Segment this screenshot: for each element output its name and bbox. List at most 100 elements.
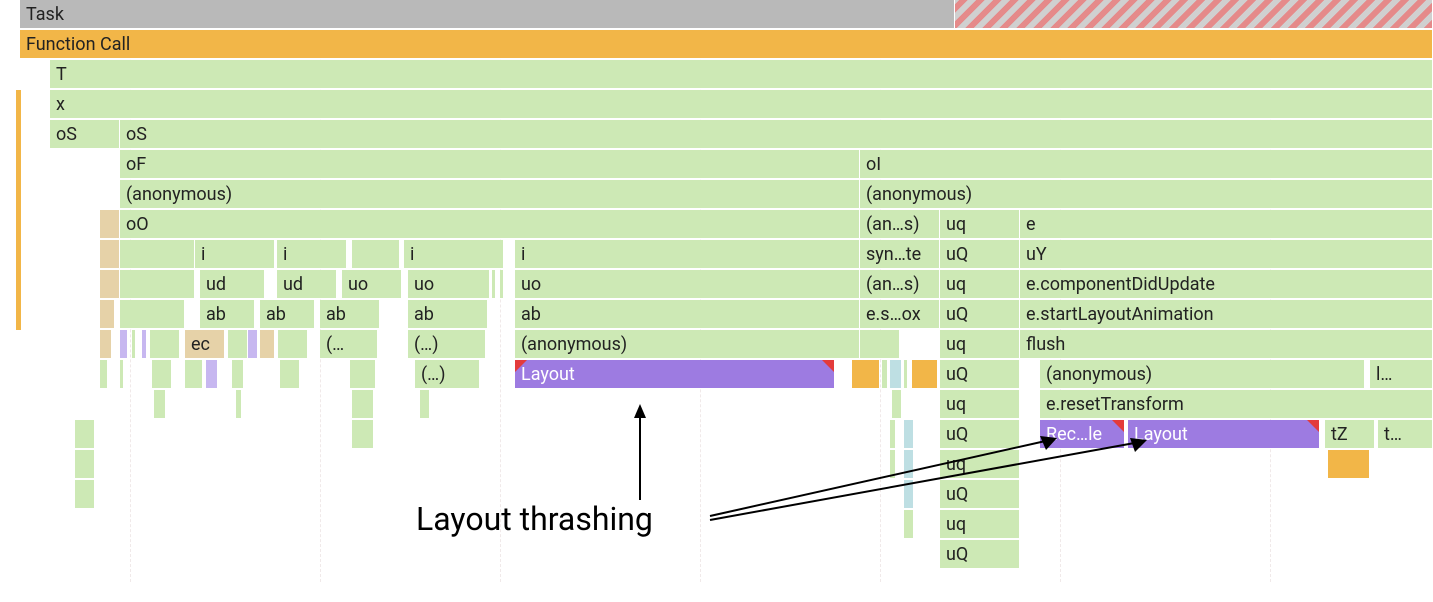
flame-bar[interactable] — [352, 390, 374, 419]
flame-bar[interactable]: uq — [940, 330, 1020, 359]
flame-bar[interactable]: uQ — [940, 300, 1020, 329]
flame-bar[interactable]: ab — [515, 300, 860, 329]
flame-bar[interactable] — [120, 330, 128, 359]
flame-bar[interactable] — [120, 300, 185, 329]
flame-bar[interactable]: oS — [120, 120, 1433, 149]
flame-bar[interactable]: uo — [408, 270, 490, 299]
flame-bar[interactable] — [904, 420, 914, 449]
flame-bar[interactable] — [120, 360, 124, 389]
flame-bar[interactable]: (…) — [408, 330, 486, 359]
flame-bar[interactable]: uq — [940, 450, 1020, 479]
flame-bar[interactable]: flush — [1020, 330, 1433, 359]
flame-bar[interactable] — [120, 240, 195, 269]
flame-bar[interactable]: uo — [342, 270, 402, 299]
flame-bar[interactable]: uQ — [940, 240, 1020, 269]
flame-bar[interactable]: Layout — [515, 360, 835, 389]
flame-bar[interactable]: (anonymous) — [860, 180, 1433, 209]
flame-bar[interactable] — [892, 390, 902, 419]
flame-bar[interactable]: uQ — [940, 360, 1020, 389]
flame-bar[interactable]: ab — [200, 300, 255, 329]
flame-bar[interactable] — [236, 390, 242, 419]
flame-bar[interactable] — [120, 270, 195, 299]
flame-bar[interactable] — [100, 360, 108, 389]
flame-bar[interactable]: uQ — [940, 540, 1020, 569]
flame-bar[interactable]: ab — [408, 300, 488, 329]
flame-bar[interactable]: e.s…ox — [860, 300, 940, 329]
flame-bar[interactable] — [492, 270, 496, 299]
flame-bar[interactable]: (an…s) — [860, 210, 940, 239]
flame-bar[interactable]: e.componentDidUpdate — [1020, 270, 1433, 299]
flame-bar[interactable]: oO — [120, 210, 860, 239]
flame-bar[interactable] — [420, 390, 430, 419]
flame-bar[interactable]: (an…s) — [860, 270, 940, 299]
flame-bar[interactable]: x — [50, 90, 1433, 119]
flame-bar[interactable]: i — [195, 240, 275, 269]
flame-bar[interactable]: i — [277, 240, 347, 269]
flame-bar[interactable]: (anonymous) — [120, 180, 860, 209]
flame-bar[interactable] — [132, 330, 136, 359]
flame-bar[interactable] — [206, 360, 218, 389]
flame-bar[interactable]: e.resetTransform — [1040, 390, 1433, 419]
flame-bar[interactable] — [100, 240, 120, 269]
flame-bar[interactable] — [75, 450, 95, 479]
flame-bar[interactable]: oS — [50, 120, 120, 149]
flame-bar[interactable] — [890, 420, 896, 449]
flame-chart[interactable]: TaskFunction CallTxoSoSoFoI(anonymous)(a… — [20, 0, 1433, 582]
flame-bar[interactable] — [852, 360, 880, 389]
flame-bar[interactable] — [904, 450, 914, 479]
flame-bar[interactable]: t… — [1378, 420, 1433, 449]
flame-bar[interactable] — [75, 420, 95, 449]
flame-bar[interactable]: (… — [320, 330, 378, 359]
flame-bar[interactable] — [248, 330, 258, 359]
flame-bar[interactable] — [152, 360, 172, 389]
flame-bar[interactable] — [860, 330, 900, 359]
flame-bar[interactable] — [142, 330, 147, 359]
flame-bar[interactable]: Rec…le — [1040, 420, 1125, 449]
flame-bar[interactable] — [350, 360, 376, 389]
flame-bar[interactable] — [185, 360, 203, 389]
flame-bar[interactable] — [260, 330, 275, 359]
flame-bar[interactable] — [912, 360, 938, 389]
flame-bar[interactable]: ec — [185, 330, 225, 359]
flame-bar[interactable]: e — [1020, 210, 1433, 239]
flame-bar[interactable] — [150, 330, 180, 359]
flame-bar[interactable]: uq — [940, 390, 1020, 419]
flame-bar[interactable] — [352, 420, 374, 449]
flame-bar[interactable]: Function Call — [20, 30, 1433, 59]
flame-bar[interactable]: ab — [260, 300, 315, 329]
flame-bar[interactable]: oF — [120, 150, 860, 179]
flame-bar[interactable] — [278, 330, 308, 359]
flame-bar[interactable]: ud — [200, 270, 265, 299]
flame-bar[interactable]: Layout — [1128, 420, 1320, 449]
flame-bar[interactable] — [955, 0, 1433, 29]
flame-bar[interactable] — [1328, 450, 1370, 479]
flame-bar[interactable]: (anonymous) — [515, 330, 860, 359]
flame-bar[interactable] — [500, 270, 504, 299]
flame-bar[interactable] — [904, 510, 914, 539]
flame-bar[interactable] — [100, 330, 112, 359]
flame-bar[interactable]: uY — [1020, 240, 1433, 269]
flame-bar[interactable] — [352, 240, 400, 269]
flame-bar[interactable]: ud — [277, 270, 337, 299]
flame-bar[interactable]: syn…te — [860, 240, 940, 269]
flame-bar[interactable] — [100, 300, 115, 329]
flame-bar[interactable]: uQ — [940, 480, 1020, 509]
flame-bar[interactable]: i — [515, 240, 860, 269]
flame-bar[interactable]: Task — [20, 0, 955, 29]
flame-bar[interactable] — [100, 270, 120, 299]
flame-bar[interactable] — [890, 360, 902, 389]
flame-bar[interactable]: tZ — [1325, 420, 1375, 449]
flame-bar[interactable] — [228, 330, 248, 359]
flame-bar[interactable]: e.startLayoutAnimation — [1020, 300, 1433, 329]
flame-bar[interactable]: oI — [860, 150, 1433, 179]
flame-bar[interactable]: (…) — [415, 360, 480, 389]
flame-bar[interactable]: uq — [940, 270, 1020, 299]
flame-bar[interactable] — [232, 360, 244, 389]
flame-bar[interactable]: uq — [940, 210, 1020, 239]
flame-bar[interactable]: uQ — [940, 420, 1020, 449]
flame-bar[interactable] — [882, 360, 888, 389]
flame-bar[interactable] — [100, 210, 120, 239]
flame-bar[interactable] — [154, 390, 166, 419]
flame-bar[interactable] — [75, 480, 95, 509]
flame-bar[interactable]: l… — [1370, 360, 1433, 389]
